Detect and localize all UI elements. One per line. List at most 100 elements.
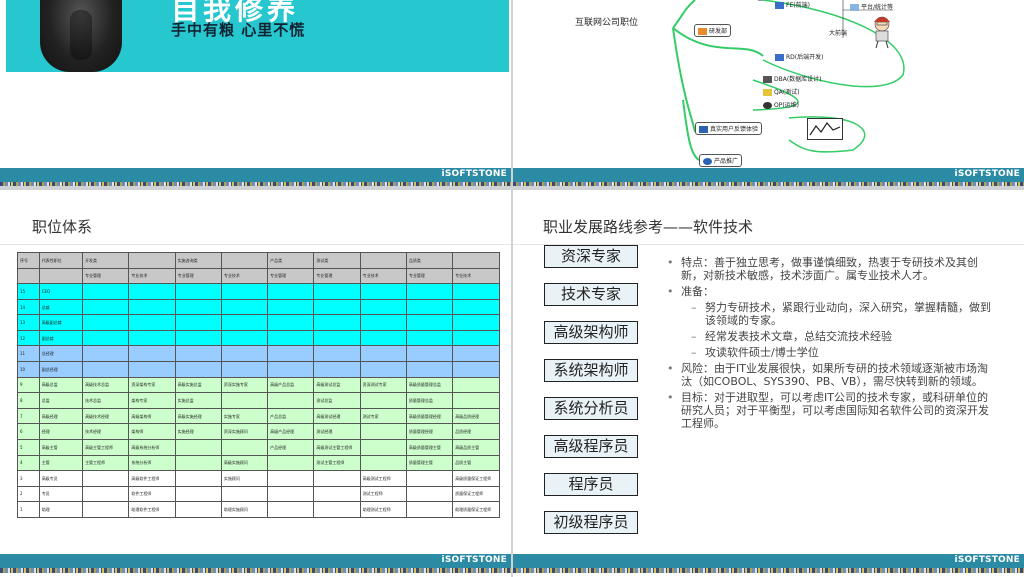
table-cell: 测试工程师 [359, 485, 407, 503]
table-cell: 高级软件工程师 [128, 470, 176, 487]
table-cell: 质量保证工程师 [452, 485, 500, 503]
bullet-point: 风险：由于IT业发展很快，如果所专研的技术领域逐渐被市场淘汰（如COBOL、SY… [663, 362, 998, 388]
table-cell: 总经理 [38, 345, 84, 363]
mindmap-connectors [672, 0, 905, 161]
op-node: OP(运维) [763, 100, 799, 109]
table-cell: 专业管理 [82, 267, 130, 285]
table-cell: 测试主管工程师 [313, 454, 361, 472]
table-cell: 专业技术 [220, 267, 269, 285]
company-logo: iSOFTSTONE [954, 555, 1020, 565]
table-cell: 助理测试工程师 [359, 501, 407, 518]
table-cell [359, 423, 407, 440]
table-cell [405, 501, 454, 518]
table-cell [82, 345, 130, 363]
table-row: 14 总裁 [17, 298, 500, 316]
table-cell [359, 314, 407, 331]
table-cell [313, 470, 361, 487]
table-cell: 高级技术经理 [82, 407, 130, 425]
table-cell: 架构师 [128, 423, 176, 440]
table-cell: 品质经理 [452, 423, 500, 440]
table-cell [452, 345, 500, 363]
ladder-rung: 程序员 [544, 473, 638, 496]
table-cell: 8 [17, 392, 40, 409]
table-cell: 技术总监 [82, 392, 130, 409]
table-cell: 质量管理经理 [405, 423, 454, 440]
table-cell: 架构专家 [128, 392, 176, 409]
table-cell: 产品经理 [267, 438, 315, 456]
table-row: 12 副总裁 [17, 329, 500, 347]
table-cell: 高级质量管理总监 [405, 376, 454, 394]
table-cell: 测试总监 [313, 392, 361, 409]
footer-stripe [513, 568, 1024, 573]
table-cell: 序号 [17, 252, 40, 269]
table-cell [220, 314, 269, 331]
table-cell [359, 361, 407, 378]
company-logo: iSOFTSTONE [441, 555, 507, 565]
table-cell: 助理质量保证工程师 [452, 501, 500, 518]
table-cell [220, 438, 269, 456]
table-cell: 2 [17, 485, 40, 503]
table-cell [405, 283, 454, 300]
bullet-point: 目标：对于进取型，可以考虑IT公司的技术专家，或科研单位的研究人员；对于平衡型，… [663, 391, 998, 430]
table-cell: 高级质量保证工程师 [452, 470, 500, 487]
table-cell: 高级质量管理经理 [405, 407, 454, 425]
table-cell [452, 376, 500, 394]
ladder-rung: 技术专家 [544, 283, 638, 306]
table-cell [267, 501, 315, 518]
table-cell: 3 [17, 470, 40, 487]
table-cell: 高级主管工程师 [82, 438, 130, 456]
footer-bar: iSOFTSTONE [513, 554, 1024, 568]
table-cell [359, 252, 407, 269]
table-cell [405, 485, 454, 503]
table-cell [359, 283, 407, 300]
sub-point: 努力专研技术，紧跟行业动向，深入研究，掌握精髓，做到该领域的专家。 [663, 301, 998, 327]
table-cell: 测试专家 [359, 407, 407, 425]
table-cell [174, 314, 222, 331]
penguin-icon [763, 102, 772, 109]
table-cell: 测试类 [313, 252, 361, 269]
table-row: 8 总监 技术总监 架构专家 实施总监 测试总监 质量管理总监 [17, 392, 500, 409]
table-cell: 10 [17, 361, 40, 378]
table-cell: 高级产品经理 [267, 423, 315, 440]
table-cell [82, 283, 130, 300]
slide-title: 职业发展路线参考——软件技术 [543, 218, 754, 236]
table-cell: 专员 [38, 485, 84, 503]
table-cell: 14 [17, 298, 40, 316]
ladder-rung: 高级程序员 [544, 435, 638, 458]
table-cell: 专业管理 [405, 267, 454, 285]
promo-node: 产品推广 [699, 154, 743, 167]
table-cell: 9 [17, 376, 40, 394]
table-cell: 6 [17, 423, 40, 440]
table-cell [82, 298, 130, 316]
table-row: 11 总经理 [17, 345, 500, 363]
table-cell: 专业管理 [267, 267, 315, 285]
table-cell [220, 283, 269, 300]
title-divider [0, 244, 511, 245]
table-cell [359, 298, 407, 316]
table-cell: 高级实施经理 [174, 407, 222, 425]
table-cell [452, 392, 500, 409]
table-cell: 专业技术 [128, 267, 176, 285]
table-cell: 实施总监 [174, 392, 222, 409]
table-cell [313, 501, 361, 518]
code-icon [775, 2, 784, 9]
table-cell [359, 438, 407, 456]
table-cell [405, 361, 454, 378]
ladder-rung: 高级架构师 [544, 321, 638, 344]
banner-subtitle: 手中有粮 心里不慌 [171, 21, 306, 39]
table-cell [452, 329, 500, 347]
table-row: 7 高级经理 高级技术经理 高级架构师 高级实施经理 实施专家 产品总监 高级测试经理 测试专家… [17, 407, 500, 425]
ladder-rung: 系统分析员 [544, 397, 638, 420]
banner: 自我修养 手中有粮 心里不慌 [6, 0, 509, 72]
table-row: 2 专员 软件工程师 测试工程师 质量保证工程师 [17, 485, 500, 503]
sub-point: 攻读软件硕士/博士学位 [663, 346, 998, 359]
table-row: 3 高级专员 高级软件工程师 实施顾问 高级测试工程师 高级质量保证工程师 [17, 470, 500, 487]
table-cell: 高级专员 [38, 470, 84, 487]
table-cell [405, 298, 454, 316]
slide-internet-positions: 互联网公司职位 研发部 FE(前端) 平台/统计等 大前端 RD(后端开发) D… [513, 0, 1024, 186]
table-cell [267, 454, 315, 472]
company-logo: iSOFTSTONE [954, 169, 1020, 179]
table-cell [267, 485, 315, 503]
table-cell [128, 283, 176, 300]
table-cell [267, 470, 315, 487]
